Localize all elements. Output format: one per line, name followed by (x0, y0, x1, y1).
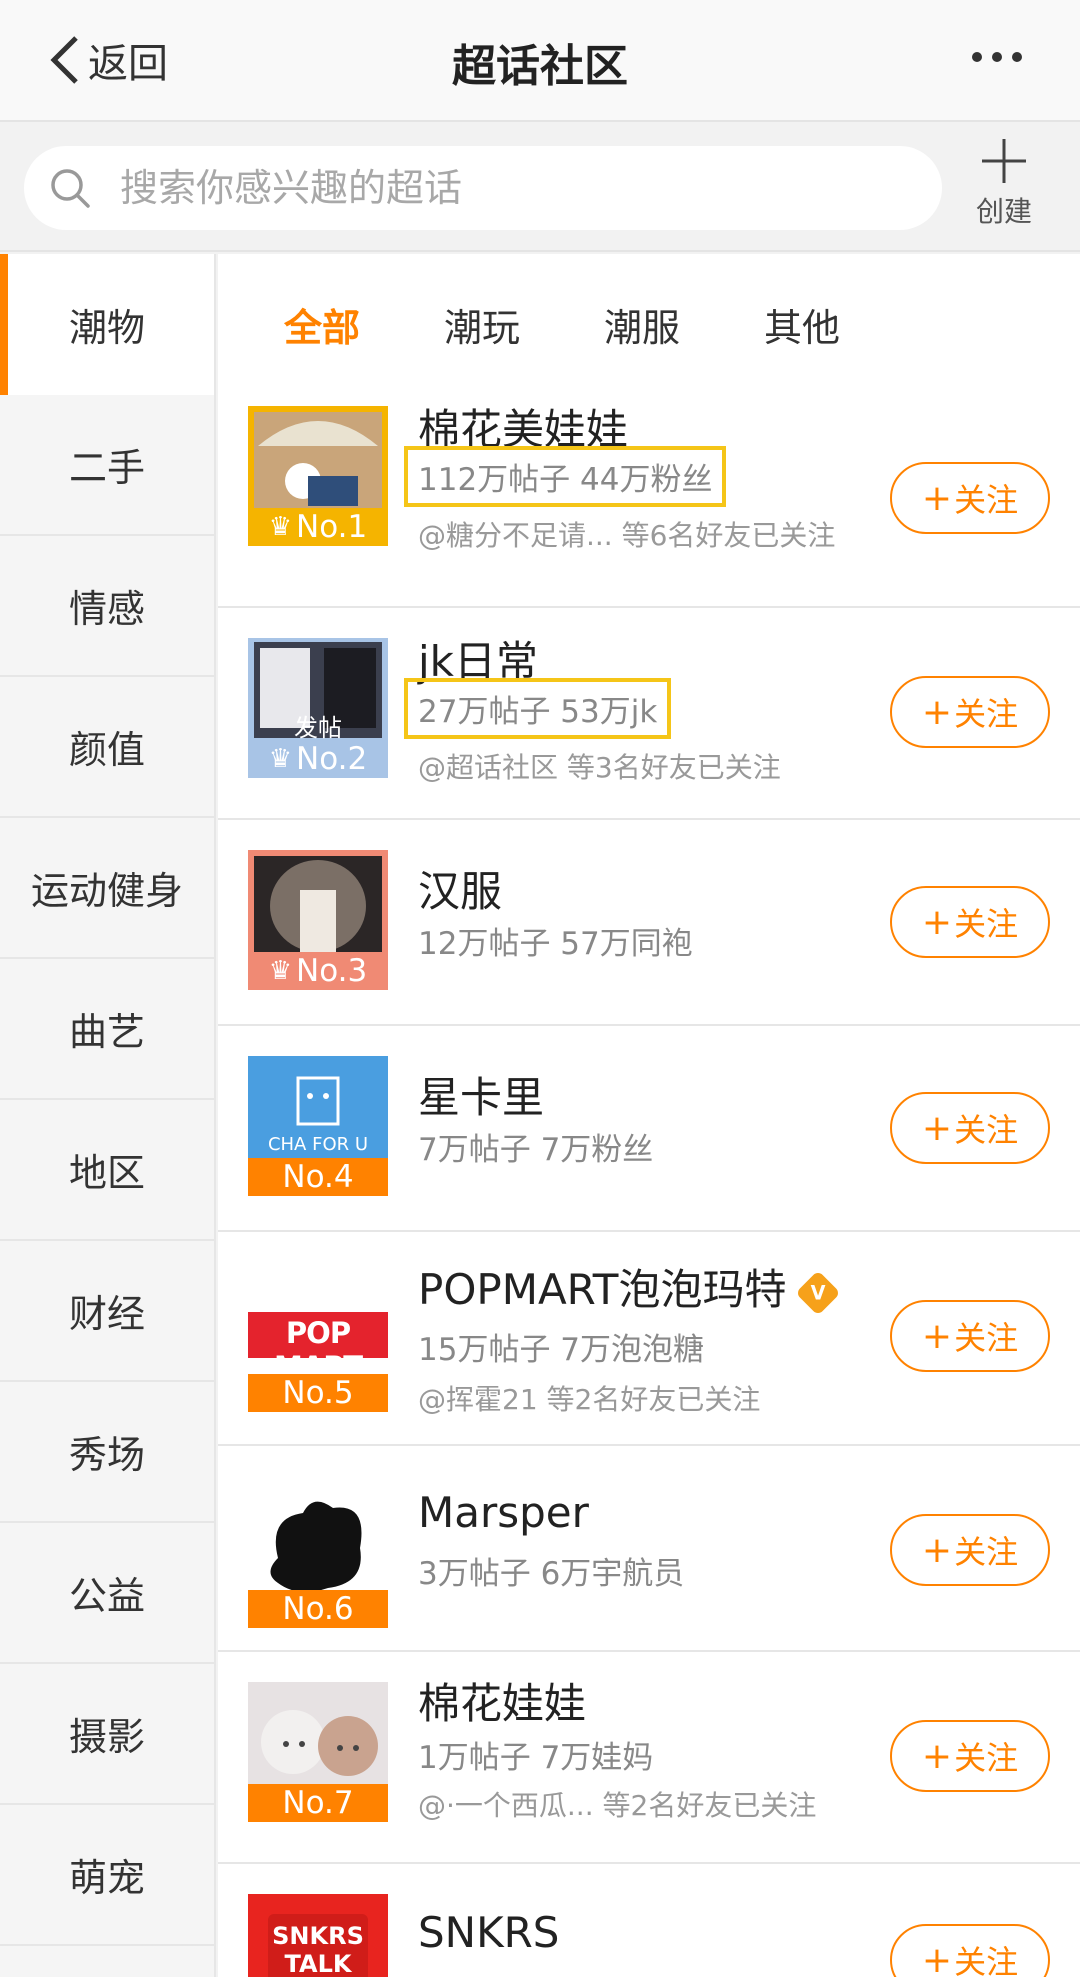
sidebar-item-chaowu[interactable]: 潮物 (0, 254, 214, 395)
sidebar-item-caijing[interactable]: 财经 (0, 1241, 214, 1382)
tab-other[interactable]: 其他 (764, 297, 840, 352)
list-item[interactable]: ♛ No.1 棉花美娃娃 112万帖子 44万粉丝 @糖分不足请... 等6名好友… (218, 394, 1080, 608)
rank-badge: No.6 (248, 1590, 388, 1628)
topic-thumbnail: ♛ No.3 (248, 850, 388, 990)
sidebar-item-gongyi[interactable]: 公益 (0, 1523, 214, 1664)
friends-followed: @糖分不足请... 等6名好友已关注 (418, 519, 836, 552)
topic-list-panel: 全部 潮玩 潮服 其他 ♛ No.1 棉花美娃娃 112万帖子 44万粉丝 @糖分… (218, 254, 1080, 1977)
rank-badge: No.5 (248, 1374, 388, 1412)
topic-stats: 1万帖子 7万娃妈 (418, 1740, 654, 1776)
search-input[interactable] (120, 166, 880, 210)
plus-icon: + (921, 1529, 953, 1571)
topic-thumbnail: ♛ No.1 (248, 406, 388, 546)
crown-icon: ♛ (268, 512, 293, 542)
page-title: 超话社区 (452, 41, 628, 92)
topic-name: Marsper (418, 1488, 589, 1537)
list-item[interactable]: POP MART No.5 POPMART泡泡玛特 V 15万帖子 7万泡泡糖 @… (218, 1232, 1080, 1446)
topic-stats: 15万帖子 7万泡泡糖 (418, 1332, 705, 1368)
topic-stats: 12万帖子 57万同袍 (418, 926, 693, 962)
crown-icon: ♛ (268, 744, 293, 774)
plus-icon: + (921, 1939, 953, 1977)
tab-bar: 全部 潮玩 潮服 其他 (218, 254, 1080, 394)
sidebar-item-yanzhi[interactable]: 颜值 (0, 677, 214, 818)
list-item[interactable]: No.6 Marsper 3万帖子 6万宇航员 + 关注 (218, 1446, 1080, 1652)
follow-button[interactable]: + 关注 (890, 676, 1050, 748)
follow-button[interactable]: + 关注 (890, 1924, 1050, 1977)
topic-stats: 27万帖子 53万jk (404, 678, 672, 739)
thumb-logo-text: SNKRS TALK (272, 1922, 364, 1977)
more-icon[interactable] (972, 52, 1022, 62)
friends-followed: @超话社区 等3名好友已关注 (418, 751, 781, 784)
plus-icon: + (921, 1107, 953, 1149)
list-item[interactable]: 发帖 ♛ No.2 jk日常 27万帖子 53万jk @超话社区 等3名好友已关注… (218, 608, 1080, 820)
sidebar-item-quyi[interactable]: 曲艺 (0, 959, 214, 1100)
list-item[interactable]: No.7 棉花娃娃 1万帖子 7万娃妈 @·一个西瓜... 等2名好友已关注 +… (218, 1652, 1080, 1864)
sidebar-item-sheying[interactable]: 摄影 (0, 1664, 214, 1805)
rank-badge: No.7 (248, 1784, 388, 1822)
nav-bar: 返回 超话社区 (0, 0, 1080, 122)
follow-button[interactable]: + 关注 (890, 1720, 1050, 1792)
follow-button[interactable]: + 关注 (890, 886, 1050, 958)
follow-button[interactable]: + 关注 (890, 462, 1050, 534)
search-icon (51, 169, 90, 208)
plus-icon (982, 139, 1026, 183)
rank-badge: ♛ No.3 (248, 952, 388, 990)
sidebar-item-qinggan[interactable]: 情感 (0, 536, 214, 677)
create-label: 创建 (975, 195, 1032, 228)
list-item[interactable]: SNKRS TALK SNKRS + 关注 (218, 1864, 1080, 1977)
friends-followed: @·一个西瓜... 等2名好友已关注 (418, 1789, 817, 1822)
search-box[interactable] (24, 146, 942, 230)
topic-name: 棉花娃娃 (418, 1679, 587, 1728)
topic-stats: 7万帖子 7万粉丝 (418, 1132, 654, 1168)
topic-stats: 112万帖子 44万粉丝 (404, 446, 727, 507)
list-item[interactable]: CHA FOR U No.4 星卡里 7万帖子 7万粉丝 + 关注 (218, 1026, 1080, 1232)
plus-icon: + (921, 901, 953, 943)
tab-all[interactable]: 全部 (284, 297, 360, 352)
create-button[interactable]: 创建 (964, 136, 1044, 230)
sidebar-item-yundong[interactable]: 运动健身 (0, 818, 214, 959)
sidebar-item-xiuchang[interactable]: 秀场 (0, 1382, 214, 1523)
friends-followed: @挥霍21 等2名好友已关注 (418, 1383, 761, 1416)
topic-name: POPMART泡泡玛特 V (418, 1256, 842, 1317)
topic-name: 星卡里 (418, 1073, 545, 1122)
follow-button[interactable]: + 关注 (890, 1092, 1050, 1164)
rank-badge: ♛ No.2 (248, 740, 388, 778)
rank-badge: ♛ No.1 (248, 508, 388, 546)
sidebar-item-diqu[interactable]: 地区 (0, 1100, 214, 1241)
tab-chaowan[interactable]: 潮玩 (444, 297, 520, 352)
plus-icon: + (921, 1315, 953, 1357)
list-item[interactable]: ♛ No.3 汉服 12万帖子 57万同袍 + 关注 (218, 820, 1080, 1026)
thumb-logo-text: CHA FOR U (267, 1134, 369, 1155)
topic-thumbnail: CHA FOR U No.4 (248, 1056, 388, 1196)
sidebar-item-mengchong[interactable]: 萌宠 (0, 1805, 214, 1946)
crown-icon: ♛ (268, 956, 293, 986)
topic-name: SNKRS (418, 1908, 560, 1957)
verified-badge-icon: V (795, 1269, 842, 1316)
topic-thumbnail: SNKRS TALK (248, 1894, 388, 1977)
rank-badge: No.4 (248, 1158, 388, 1196)
follow-button[interactable]: + 关注 (890, 1514, 1050, 1586)
topic-thumbnail: No.7 (248, 1682, 388, 1822)
plus-icon: + (921, 691, 953, 733)
tab-chaofu[interactable]: 潮服 (604, 297, 680, 352)
topic-name: 汉服 (418, 867, 503, 916)
follow-button[interactable]: + 关注 (890, 1300, 1050, 1372)
topic-stats: 3万帖子 6万宇航员 (418, 1556, 685, 1592)
topic-thumbnail: 发帖 ♛ No.2 (248, 638, 388, 778)
plus-icon: + (921, 1735, 953, 1777)
sidebar-item-ershou[interactable]: 二手 (0, 395, 214, 536)
topic-thumbnail: No.6 (248, 1488, 388, 1628)
search-area: 创建 (0, 124, 1080, 252)
thumb-overlay-text: 发帖 (294, 714, 342, 742)
plus-icon: + (921, 477, 953, 519)
category-sidebar: 潮物 二手 情感 颜值 运动健身 曲艺 地区 财经 秀场 公益 摄影 萌宠 (0, 254, 216, 1977)
topic-thumbnail: POP MART No.5 (248, 1272, 388, 1412)
